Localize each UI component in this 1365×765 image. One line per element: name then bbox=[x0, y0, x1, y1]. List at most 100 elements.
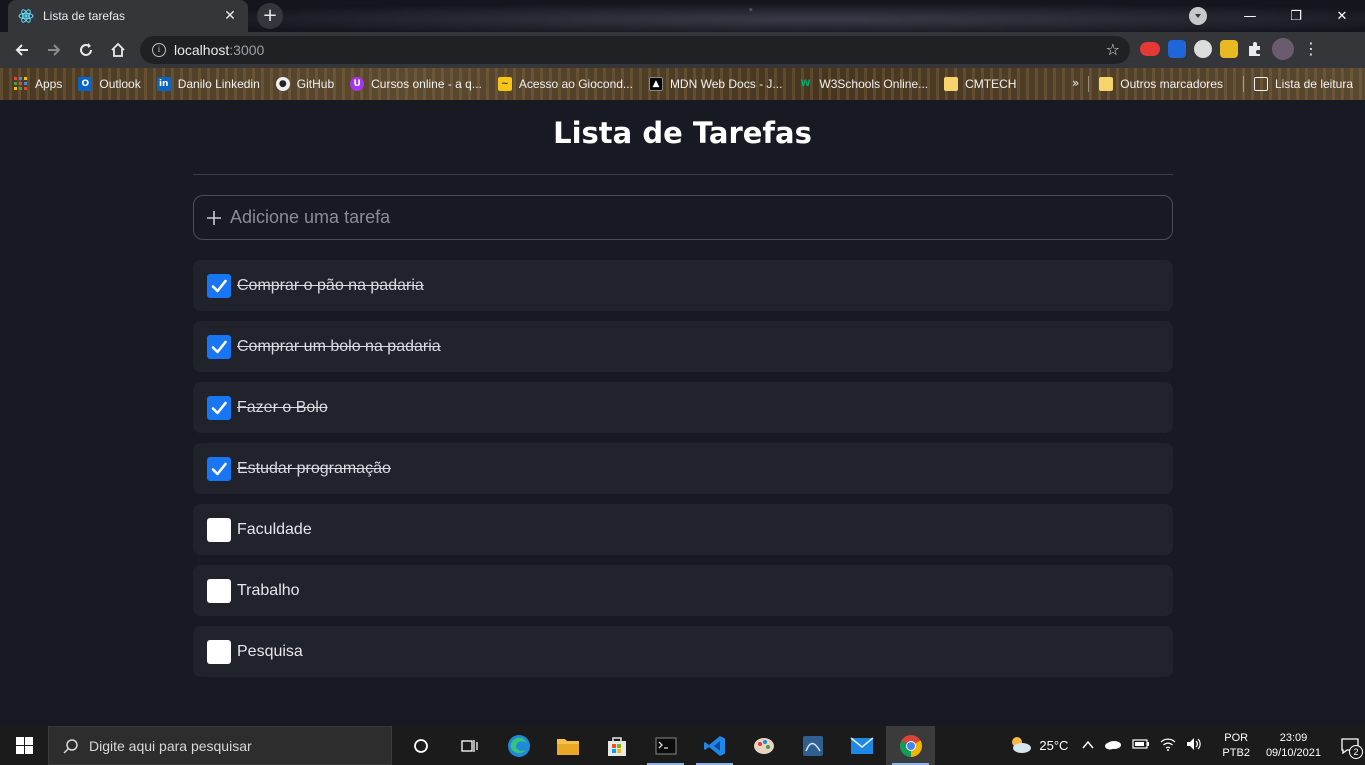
start-button[interactable] bbox=[0, 726, 48, 765]
task-text: Faculdade bbox=[237, 520, 312, 538]
taskbar-search[interactable]: Digite aqui para pesquisar bbox=[48, 726, 392, 765]
cortana-icon[interactable] bbox=[396, 726, 445, 765]
address-bar[interactable]: i localhost :3000 ☆ bbox=[140, 36, 1130, 64]
bookmark-cmtech[interactable]: CMTECH bbox=[944, 77, 1016, 91]
task-item: Pesquisa bbox=[193, 626, 1173, 677]
url-host: localhost bbox=[174, 42, 230, 58]
minimize-button[interactable]: — bbox=[1227, 9, 1273, 24]
avatar[interactable] bbox=[1272, 38, 1294, 60]
bookmark-label: CMTECH bbox=[965, 77, 1017, 91]
reading-list[interactable]: Lista de leitura bbox=[1253, 77, 1353, 91]
kebab-menu-icon[interactable]: ⋮ bbox=[1302, 40, 1320, 58]
checkmark-icon bbox=[211, 401, 227, 414]
bookmarks-right: Outros marcadores Lista de leitura bbox=[1078, 68, 1353, 100]
task-text: Comprar o pão na padaria bbox=[237, 276, 424, 294]
forward-button[interactable] bbox=[38, 34, 70, 66]
task-text: Trabalho bbox=[237, 581, 300, 599]
grammar-extension-icon[interactable] bbox=[1194, 40, 1212, 58]
clock-time: 23:09 bbox=[1279, 731, 1308, 744]
w3schools-icon: W bbox=[800, 79, 811, 89]
bookmark-other[interactable]: Outros marcadores bbox=[1099, 77, 1223, 91]
language-indicator[interactable]: POR PTB2 bbox=[1222, 731, 1250, 761]
notification-center-button[interactable]: 2 bbox=[1335, 726, 1365, 765]
bookmark-label: W3Schools Online... bbox=[819, 77, 929, 91]
taskbar-apps bbox=[396, 726, 935, 765]
chrome-icon[interactable] bbox=[886, 726, 935, 765]
bookmark-label: Lista de leitura bbox=[1274, 77, 1353, 91]
mail-icon[interactable] bbox=[837, 726, 886, 765]
video-extension-icon[interactable] bbox=[1140, 42, 1160, 56]
bookmarks-bar: Apps O Outlook in Danilo Linkedin ● GitH… bbox=[0, 68, 1365, 100]
shield-extension-icon[interactable] bbox=[1168, 40, 1186, 58]
task-checkbox[interactable] bbox=[207, 395, 231, 420]
puzzle-icon[interactable] bbox=[1246, 40, 1264, 58]
reload-icon bbox=[80, 43, 92, 56]
task-item: Estudar programação bbox=[193, 443, 1173, 494]
bookmark-w3schools[interactable]: W W3Schools Online... bbox=[798, 77, 928, 91]
task-checkbox[interactable] bbox=[207, 456, 231, 481]
vscode-icon[interactable] bbox=[690, 726, 739, 765]
clock[interactable]: 23:09 09/10/2021 bbox=[1266, 731, 1321, 761]
info-icon[interactable]: i bbox=[152, 43, 166, 57]
task-checkbox[interactable] bbox=[207, 578, 231, 603]
bookmark-giocondo[interactable]: ~ Acesso ao Giocond... bbox=[497, 77, 633, 91]
maximize-button[interactable]: ❐ bbox=[1273, 9, 1319, 24]
plus-icon bbox=[206, 208, 222, 228]
store-icon[interactable] bbox=[592, 726, 641, 765]
weather-icon[interactable] bbox=[1007, 734, 1033, 758]
window-controls: — ❐ ✕ bbox=[1189, 0, 1365, 32]
task-checkbox[interactable] bbox=[207, 639, 231, 664]
browser-toolbar: i localhost :3000 ☆ ⋮ bbox=[0, 32, 1365, 68]
notes-extension-icon[interactable] bbox=[1220, 40, 1238, 58]
task-checkbox[interactable] bbox=[207, 517, 231, 542]
close-window-button[interactable]: ✕ bbox=[1319, 9, 1365, 24]
divider bbox=[193, 174, 1173, 175]
taskbar-search-placeholder: Digite aqui para pesquisar bbox=[89, 737, 252, 754]
bookmark-apps[interactable]: Apps bbox=[14, 77, 62, 91]
bookmark-label: Outros marcadores bbox=[1120, 77, 1223, 91]
terminal-icon[interactable] bbox=[641, 726, 690, 765]
volume-icon[interactable] bbox=[1186, 737, 1202, 754]
reload-button[interactable] bbox=[70, 34, 102, 66]
page-title: Lista de Tarefas bbox=[553, 116, 812, 150]
back-button[interactable] bbox=[6, 34, 38, 66]
bookmark-github[interactable]: ● GitHub bbox=[275, 77, 334, 91]
bookmark-udemy[interactable]: U Cursos online - a q... bbox=[350, 77, 482, 91]
react-icon bbox=[18, 8, 34, 24]
task-checkbox[interactable] bbox=[207, 273, 231, 298]
task-checkbox[interactable] bbox=[207, 334, 231, 359]
bookmark-star-icon[interactable]: ☆ bbox=[1106, 40, 1120, 59]
weather-temperature[interactable]: 25°C bbox=[1039, 738, 1068, 753]
task-item: Trabalho bbox=[193, 565, 1173, 616]
arrow-right-icon bbox=[48, 44, 61, 56]
onedrive-icon[interactable] bbox=[1104, 738, 1122, 753]
browser-tab[interactable]: Lista de tarefas ✕ bbox=[8, 0, 248, 32]
task-item: Faculdade bbox=[193, 504, 1173, 555]
search-icon bbox=[63, 738, 78, 754]
wifi-icon[interactable] bbox=[1160, 737, 1176, 754]
apps-grid-icon bbox=[14, 77, 28, 91]
file-explorer-icon[interactable] bbox=[543, 726, 592, 765]
tab-search-icon[interactable] bbox=[1189, 7, 1207, 25]
home-icon bbox=[111, 42, 125, 57]
task-text: Fazer o Bolo bbox=[237, 398, 328, 416]
chevron-up-icon[interactable] bbox=[1082, 739, 1094, 753]
bookmark-mdn[interactable]: ▲ MDN Web Docs - J... bbox=[648, 77, 782, 91]
mysql-workbench-icon[interactable] bbox=[788, 726, 837, 765]
battery-icon[interactable] bbox=[1132, 738, 1150, 753]
checkmark-icon bbox=[211, 462, 227, 475]
reading-list-icon bbox=[1253, 77, 1268, 91]
mdn-icon: ▲ bbox=[648, 77, 663, 91]
new-tab-button[interactable]: + bbox=[257, 3, 283, 29]
bookmark-outlook[interactable]: O Outlook bbox=[78, 77, 141, 91]
edge-icon[interactable] bbox=[494, 726, 543, 765]
home-button[interactable] bbox=[102, 34, 134, 66]
task-text: Estudar programação bbox=[237, 459, 391, 477]
task-view-icon[interactable] bbox=[445, 726, 494, 765]
paint-icon[interactable] bbox=[739, 726, 788, 765]
add-task-box[interactable] bbox=[193, 195, 1173, 240]
add-task-input[interactable] bbox=[230, 207, 1172, 228]
browser-titlebar: Lista de tarefas ✕ + — ❐ ✕ bbox=[0, 0, 1365, 32]
bookmark-linkedin[interactable]: in Danilo Linkedin bbox=[156, 77, 260, 91]
tab-close-icon[interactable]: ✕ bbox=[222, 8, 238, 24]
